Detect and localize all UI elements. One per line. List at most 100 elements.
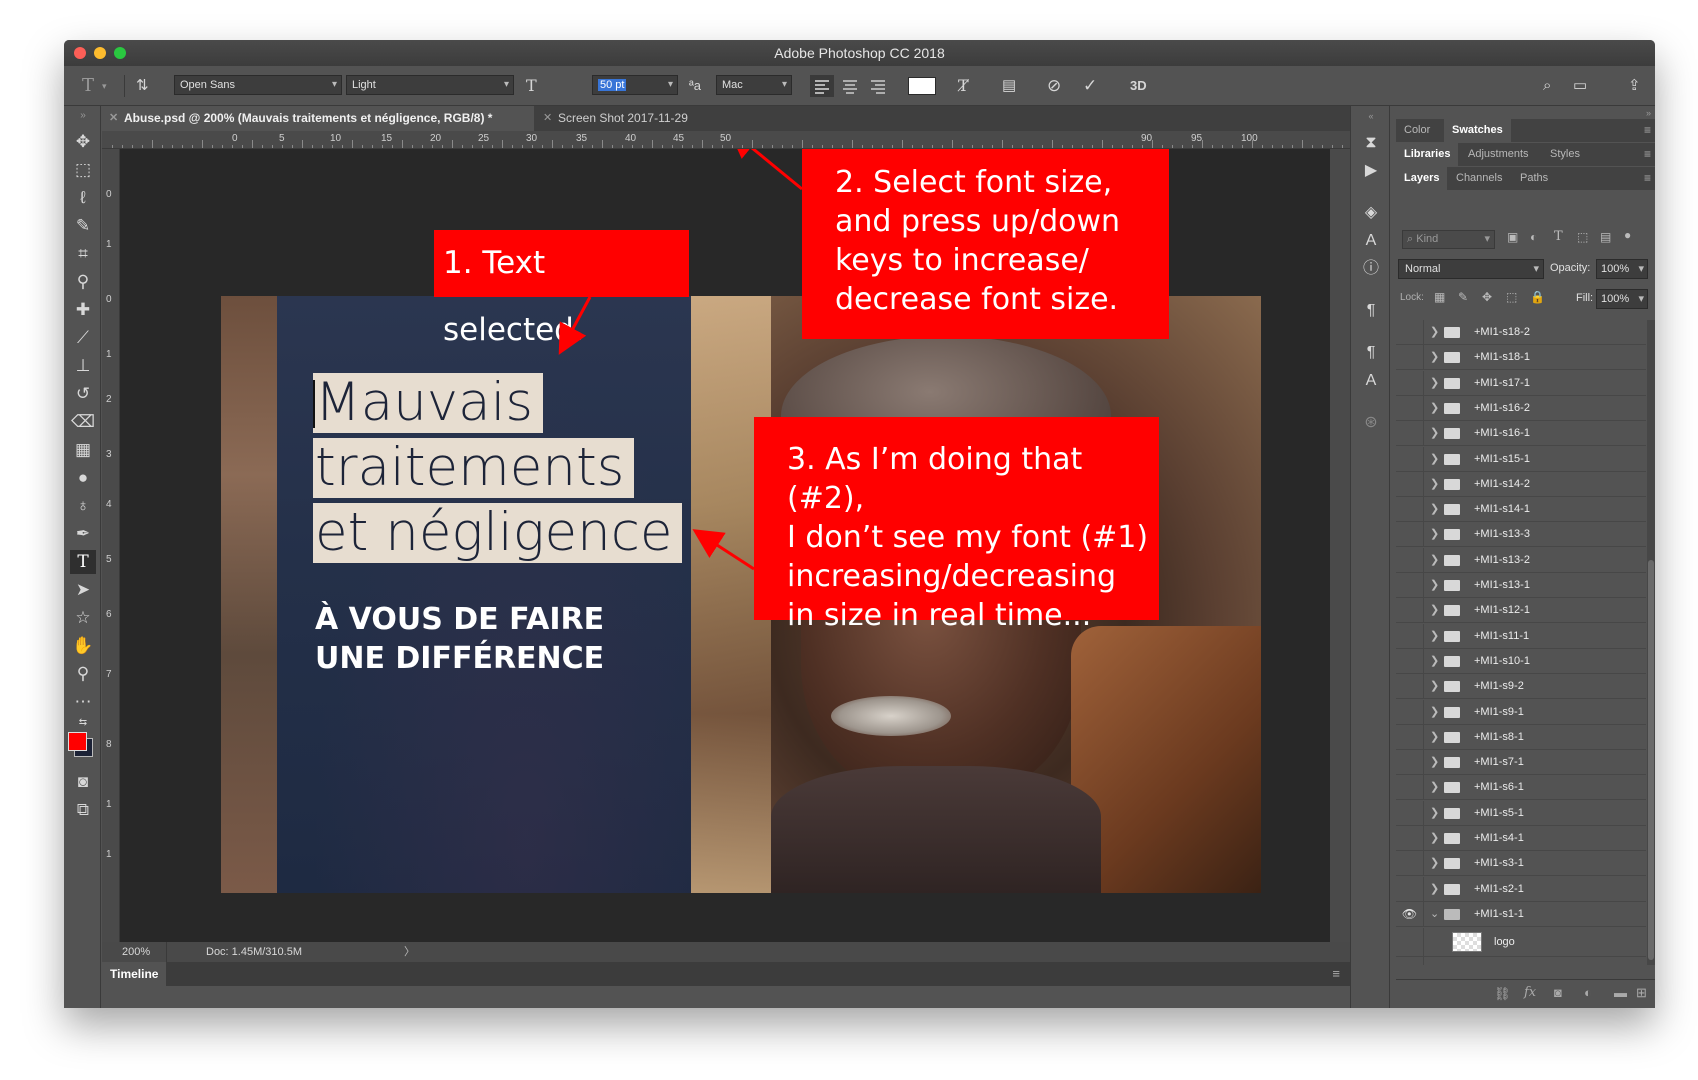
opacity-input[interactable]: 100% ▾ bbox=[1596, 259, 1648, 279]
more-tools-icon[interactable]: ⋯ bbox=[70, 690, 96, 714]
layer-row[interactable]: ❯ +MI1-s13-1 bbox=[1396, 573, 1646, 598]
font-size-dropdown[interactable]: 50 pt ▾ bbox=[592, 75, 678, 95]
adjustment-filter-icon[interactable]: ◐ bbox=[1530, 230, 1537, 244]
layer-row[interactable]: ❯ +MI1-s13-2 bbox=[1396, 547, 1646, 573]
visibility-toggle[interactable] bbox=[1396, 800, 1424, 826]
chevron-down-icon[interactable]: ▾ bbox=[102, 75, 107, 97]
warp-text-icon[interactable]: Ⱦ bbox=[958, 75, 969, 97]
tab-abuse-psd[interactable]: ✕ Abuse.psd @ 200% (Mauvais traitements … bbox=[102, 106, 534, 131]
layer-row[interactable]: ❯ +MI1-s14-1 bbox=[1396, 497, 1646, 523]
panel-menu-icon[interactable]: ≡ bbox=[1644, 143, 1651, 166]
align-left-button[interactable] bbox=[810, 75, 834, 97]
align-right-button[interactable] bbox=[866, 75, 890, 97]
search-icon[interactable]: ⌕ bbox=[1543, 75, 1551, 97]
text-color-swatch[interactable] bbox=[908, 77, 936, 95]
collapse-icon[interactable]: » bbox=[70, 110, 96, 122]
font-family-dropdown[interactable]: Open Sans ▾ bbox=[174, 75, 342, 95]
tab-libraries[interactable]: Libraries bbox=[1396, 143, 1459, 166]
gradient-tool-icon[interactable]: ▦ bbox=[70, 438, 96, 462]
layer-filter-dropdown[interactable]: ⌕ Kind ▾ bbox=[1402, 230, 1495, 249]
layer-row[interactable]: ❯ +MI1-s7-1 bbox=[1396, 750, 1646, 776]
layer-row[interactable]: ❯ +MI1-s8-1 bbox=[1396, 724, 1646, 750]
layer-row[interactable]: T Une présentation de Surge Learning bbox=[1396, 956, 1646, 965]
visibility-toggle[interactable] bbox=[1396, 446, 1424, 472]
layer-row[interactable]: ❯ +MI1-s16-2 bbox=[1396, 395, 1646, 421]
visibility-toggle[interactable] bbox=[1396, 471, 1424, 497]
cancel-edits-icon[interactable]: ⊘ bbox=[1047, 75, 1061, 97]
layer-row[interactable]: ❯ +MI1-s6-1 bbox=[1396, 775, 1646, 801]
move-tool-icon[interactable]: ✥ bbox=[70, 130, 96, 154]
close-window-button[interactable] bbox=[74, 47, 86, 59]
chevron-right-icon[interactable]: ❯ bbox=[1430, 877, 1439, 902]
info-panel-icon[interactable]: ⓘ bbox=[1360, 258, 1382, 280]
zoom-tool-icon[interactable]: ⚲ bbox=[70, 662, 96, 686]
brush-tool-icon[interactable]: ⟋ bbox=[70, 326, 96, 350]
marquee-tool-icon[interactable]: ⬚ bbox=[70, 158, 96, 182]
visibility-toggle[interactable] bbox=[1396, 522, 1424, 548]
visibility-toggle[interactable] bbox=[1396, 623, 1424, 649]
chevron-right-icon[interactable]: ❯ bbox=[1430, 548, 1439, 573]
visibility-toggle[interactable] bbox=[1396, 598, 1424, 624]
chevron-right-icon[interactable]: ❯ bbox=[1430, 700, 1439, 725]
quick-selection-tool-icon[interactable]: ✎ bbox=[70, 214, 96, 238]
pixel-filter-icon[interactable]: ▣ bbox=[1507, 230, 1518, 244]
eye-icon[interactable] bbox=[1396, 927, 1424, 957]
chevron-right-icon[interactable]: ❯ bbox=[1430, 624, 1439, 649]
lock-paint-icon[interactable]: ✎ bbox=[1458, 290, 1468, 304]
actions-panel-icon[interactable]: ▶ bbox=[1360, 160, 1382, 182]
glyphs-panel-icon[interactable]: ⊛ bbox=[1360, 412, 1382, 434]
vertical-scrollbar[interactable] bbox=[1330, 149, 1350, 942]
paragraph-panel-icon[interactable]: ¶ bbox=[1360, 300, 1382, 322]
tab-styles[interactable]: Styles bbox=[1542, 143, 1588, 166]
text-orientation-icon[interactable]: ⇅ bbox=[136, 75, 149, 97]
chevron-right-icon[interactable]: ❯ bbox=[1430, 801, 1439, 826]
adjustment-layer-icon[interactable]: ◐ bbox=[1584, 985, 1592, 1000]
shape-tool-icon[interactable]: ☆ bbox=[70, 606, 96, 630]
blur-tool-icon[interactable]: ● bbox=[70, 466, 96, 490]
canvas-area[interactable]: Mauvais traitements et négligence À VOUS… bbox=[120, 149, 1330, 942]
swap-colors-icon[interactable]: ⇆ bbox=[70, 716, 96, 730]
tab-adjustments[interactable]: Adjustments bbox=[1460, 143, 1537, 166]
link-layers-icon[interactable]: ⛓ bbox=[1494, 986, 1511, 1002]
layer-row[interactable]: ❯ +MI1-s3-1 bbox=[1396, 851, 1646, 877]
eraser-tool-icon[interactable]: ⌫ bbox=[70, 410, 96, 434]
chevron-right-icon[interactable]: ❯ bbox=[1430, 775, 1439, 800]
visibility-toggle[interactable] bbox=[1396, 421, 1424, 447]
chevron-down-icon[interactable]: ⌄ bbox=[1430, 902, 1439, 927]
anti-alias-dropdown[interactable]: Mac ▾ bbox=[716, 75, 792, 95]
chevron-right-icon[interactable]: ❯ bbox=[1430, 371, 1439, 396]
visibility-toggle[interactable] bbox=[1396, 775, 1424, 801]
chevron-right-icon[interactable]: ❯ bbox=[1430, 320, 1439, 345]
character-styles-icon[interactable]: A bbox=[1360, 370, 1382, 392]
lock-artboard-icon[interactable]: ⬚ bbox=[1506, 290, 1517, 304]
layer-row[interactable]: ❯ +MI1-s13-3 bbox=[1396, 522, 1646, 548]
paragraph-styles-icon[interactable]: ¶ bbox=[1360, 342, 1382, 364]
layer-row[interactable]: ❯ +MI1-s18-2 bbox=[1396, 320, 1646, 345]
commit-edits-icon[interactable]: ✓ bbox=[1083, 75, 1097, 97]
layer-group-open[interactable]: 👁 ⌄ +MI1-s1-1 bbox=[1396, 901, 1646, 927]
chevron-right-icon[interactable]: ❯ bbox=[1430, 851, 1439, 876]
chevron-right-icon[interactable]: ❯ bbox=[1430, 447, 1439, 472]
visibility-toggle[interactable] bbox=[1396, 750, 1424, 776]
layer-row[interactable]: logo bbox=[1396, 927, 1646, 957]
visibility-toggle[interactable] bbox=[1396, 876, 1424, 902]
visibility-toggle[interactable] bbox=[1396, 497, 1424, 523]
layer-row[interactable]: ❯ +MI1-s15-1 bbox=[1396, 446, 1646, 472]
share-icon[interactable]: ⇪ bbox=[1628, 75, 1641, 97]
status-menu-arrow-icon[interactable]: 〉 bbox=[404, 942, 415, 962]
eye-icon[interactable]: 👁 bbox=[1396, 901, 1424, 927]
layer-row[interactable]: ❯ +MI1-s9-1 bbox=[1396, 699, 1646, 725]
chevron-right-icon[interactable]: ❯ bbox=[1430, 598, 1439, 623]
eyedropper-tool-icon[interactable]: ⚲ bbox=[70, 270, 96, 294]
visibility-toggle[interactable] bbox=[1396, 573, 1424, 598]
fx-icon[interactable]: fx bbox=[1524, 985, 1536, 1000]
layer-row[interactable]: ❯ +MI1-s12-1 bbox=[1396, 598, 1646, 624]
eye-icon[interactable] bbox=[1396, 956, 1424, 965]
close-icon[interactable]: ✕ bbox=[109, 106, 118, 131]
filter-toggle-icon[interactable]: ● bbox=[1624, 228, 1631, 242]
quick-mask-icon[interactable]: ◙ bbox=[70, 770, 96, 794]
chevron-right-icon[interactable]: ❯ bbox=[1430, 522, 1439, 547]
collapse-icon[interactable]: « bbox=[1360, 110, 1382, 122]
blend-mode-dropdown[interactable]: Normal ▾ bbox=[1398, 259, 1544, 279]
layer-row[interactable]: ❯ +MI1-s14-2 bbox=[1396, 471, 1646, 497]
